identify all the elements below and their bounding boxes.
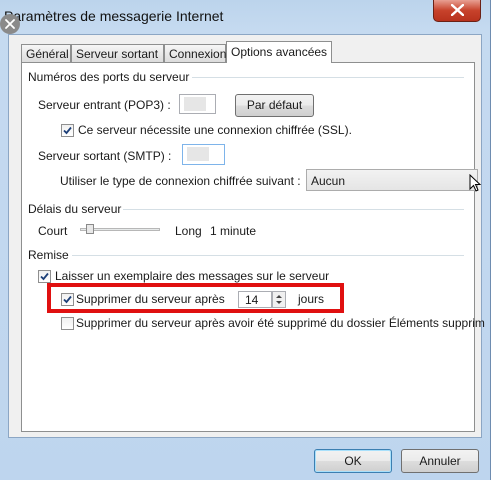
remove-after-checkbox[interactable] <box>61 293 74 306</box>
days-spinner[interactable] <box>272 291 286 308</box>
encryption-type-select[interactable]: Aucun <box>306 169 482 192</box>
ok-button-label: OK <box>344 454 362 468</box>
delivery-group-label: Remise <box>28 248 69 262</box>
cancel-button[interactable]: Annuler <box>401 449 479 473</box>
tab-general[interactable]: Général <box>21 44 71 62</box>
advanced-options-panel: Numéros des ports du serveur Serveur ent… <box>21 62 485 432</box>
ports-group-divider <box>192 77 464 78</box>
days-value: 14 <box>245 293 259 307</box>
dialog-client-area: Général Serveur sortant Connexion Option… <box>8 34 485 438</box>
tab-advanced-options[interactable]: Options avancées <box>226 41 332 63</box>
outgoing-port-value <box>187 147 209 161</box>
outgoing-port-input[interactable] <box>182 144 225 165</box>
incoming-port-label: Serveur entrant (POP3) : <box>38 98 171 112</box>
ssl-label: Ce serveur nécessite une connexion chiff… <box>78 123 352 137</box>
leave-copy-checkbox[interactable] <box>38 270 51 283</box>
ssl-checkbox[interactable] <box>61 124 74 137</box>
tab-outgoing-server-label: Serveur sortant <box>76 47 159 61</box>
cancel-button-label: Annuler <box>419 454 461 468</box>
tab-connection-label: Connexion <box>169 47 227 61</box>
tab-general-label: Général <box>26 47 69 61</box>
tab-advanced-options-label: Options avancées <box>231 45 328 59</box>
ok-button[interactable]: OK <box>314 449 392 473</box>
timeout-group-divider <box>123 209 464 210</box>
dialog-window: Paramètres de messagerie Internet Généra… <box>0 0 491 480</box>
checkmark-icon <box>63 126 72 135</box>
timeout-long-label: Long <box>175 224 202 238</box>
days-input[interactable]: 14 <box>238 291 272 308</box>
close-button[interactable] <box>433 0 481 22</box>
spinner-arrows-icon <box>276 295 282 304</box>
remove-deleted-label: Supprimer du serveur après avoir été sup… <box>76 316 485 330</box>
default-ports-button-label: Par défaut <box>246 98 303 112</box>
days-unit-label: jours <box>298 292 325 306</box>
timeout-slider-thumb[interactable] <box>86 224 94 234</box>
remove-after-label: Supprimer du serveur après <box>76 292 225 306</box>
encryption-type-value: Aucun <box>311 174 346 188</box>
tab-connection[interactable]: Connexion <box>164 44 226 62</box>
remove-deleted-checkbox[interactable] <box>61 317 74 330</box>
encryption-type-label: Utiliser le type de connexion chiffrée s… <box>60 174 301 188</box>
default-ports-button[interactable]: Par défaut <box>235 94 314 117</box>
leave-copy-label: Laisser un exemplaire des messages sur l… <box>55 269 330 283</box>
checkmark-icon <box>63 295 72 304</box>
window-title: Paramètres de messagerie Internet <box>4 8 224 24</box>
tab-outgoing-server[interactable]: Serveur sortant <box>71 44 164 62</box>
overlay-close-icon[interactable] <box>0 14 20 34</box>
mouse-cursor-icon <box>469 174 482 192</box>
incoming-port-value <box>184 97 206 111</box>
checkmark-icon <box>40 272 49 281</box>
close-icon <box>451 4 464 16</box>
incoming-port-input[interactable] <box>179 94 216 114</box>
outgoing-port-label: Serveur sortant (SMTP) : <box>38 149 172 163</box>
timeout-group-label: Délais du serveur <box>28 202 122 216</box>
title-bar: Paramètres de messagerie Internet <box>0 0 490 34</box>
ports-group-label: Numéros des ports du serveur <box>28 70 190 84</box>
delivery-group-divider <box>72 255 464 256</box>
timeout-value: 1 minute <box>210 224 257 238</box>
timeout-short-label: Court <box>38 224 68 238</box>
